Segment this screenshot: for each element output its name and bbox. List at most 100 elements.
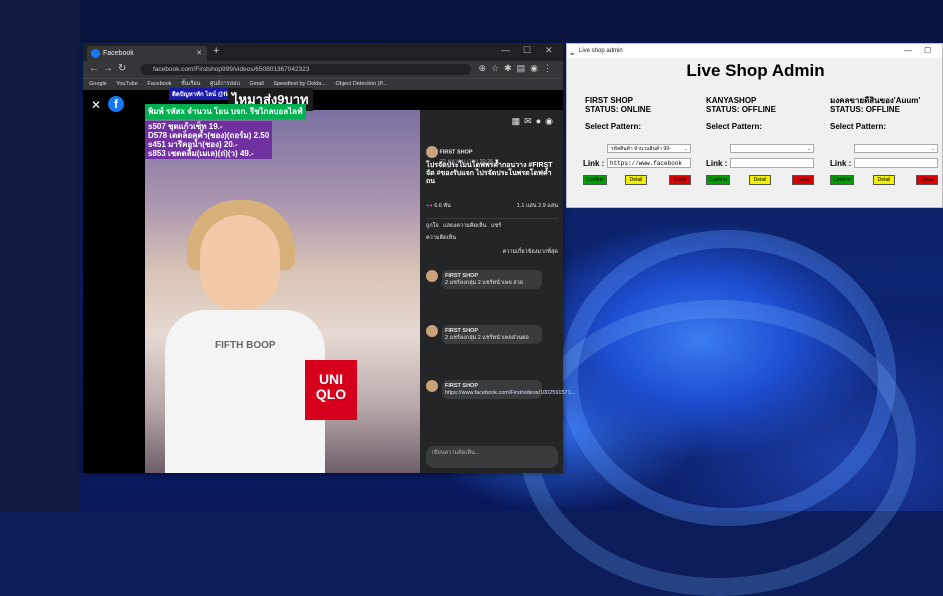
page-name[interactable]: FIRST SHOP [440,149,473,155]
product-code: s853 เชตตลิ้ม(เมเล)(ถ่)(ว) 49.- [148,149,254,158]
share-stats: 1.1 แสน 2.9 แสน [516,203,558,209]
admin-window: ✒ Live shop admin — ☐ Live Shop Admin FI… [566,43,943,208]
avatar[interactable] [426,380,438,392]
close-window-icon[interactable]: ✕ [545,45,553,56]
bookmark-item[interactable]: Object Detection (P... [335,81,387,87]
comment-text: https://www.facebook.com/First/videos/10… [445,389,576,396]
chevron-down-icon: ⌄ [683,146,688,152]
pattern-select-shop1[interactable]: รหัสสินค้า จำนวนสินค้า 99- ⌄ [607,144,691,153]
avatar[interactable] [426,270,438,282]
close-icon[interactable]: ✕ [91,98,101,112]
sort-dropdown[interactable]: ความเกี่ยวข้องมากที่สุด [426,248,558,256]
comments-tab[interactable]: ความคิดเห็น [426,235,456,241]
shopping-bag: UNI QLO [305,360,357,420]
product-code: s451 มารีคอน้ำ(ชอง) 20.- [148,140,238,149]
comment-item: FIRST SHOP 2 แชร์ลงกลุ่ม 2 แชร์หน้าเพจส่… [426,325,546,344]
back-icon[interactable]: ← [89,63,99,74]
close-button-shop1[interactable]: Close [669,175,691,185]
facebook-logo-icon[interactable]: f [108,96,124,112]
link-value: https://www.facebook [610,160,683,167]
comment-text: 2 แชร์ลงกลุ่ม 2 แชร์หน้าเพจ สวย [445,279,523,286]
extension-icons[interactable]: ⊕☆✱▤◉⋮ [478,63,557,74]
tab-strip: Facebook ✕ + — ☐ ✕ [83,43,563,61]
facebook-favicon-icon [91,49,100,58]
bookmark-item[interactable]: ชั้นเรียน [181,81,200,87]
maximize-icon[interactable]: ☐ [924,44,931,58]
reload-icon[interactable]: ↻ [118,63,126,74]
bookmark-item[interactable]: Facebook [147,81,171,87]
comment-input[interactable]: เขียนความคิดเห็น... [426,446,558,468]
video-overlay-instructions: พิมพ์ รหัสx จำนวน โอน บจก. รีชไกลบอลไลฟ์ [145,104,306,119]
comment-author[interactable]: FIRST SHOP [445,273,478,279]
chevron-down-icon: ⌄ [930,146,935,152]
forward-icon[interactable]: → [103,63,113,74]
share-button[interactable]: แชร์ [491,223,501,229]
reaction-icon: ● [429,203,433,209]
link-input-shop2[interactable] [730,158,814,168]
confirm-button-shop2[interactable]: Confirm [706,175,730,185]
comment-author[interactable]: FIRST SHOP [445,328,478,334]
confirm-button-shop1[interactable]: Confirm [583,175,607,185]
comment-text: 2 แชร์ลงกลุ่ม 2 แชร์หน้าเพจส่วนตอ [445,334,529,341]
link-input-shop1[interactable]: https://www.facebook [607,158,691,168]
minimize-icon[interactable]: — [904,44,912,58]
video-person-face [200,215,280,310]
avatar[interactable] [426,325,438,337]
bookmark-item[interactable]: Gmail [249,81,263,87]
desktop-top-band [0,0,943,42]
facebook-video-page: ✕ f FIFTH BOOP UNI QLO ติดปัญหาทัก ไลน์ … [83,88,575,473]
avatar[interactable] [426,146,438,158]
desktop-left-band [0,0,80,511]
pattern-select-shop2[interactable]: ⌄ [730,144,814,153]
confirm-button-shop3[interactable]: Confirm [830,175,854,185]
product-code: D578 เดดล็อคค้ำ(ชอง)(ถอร์ม) 2.50 [148,131,270,140]
bookmark-item[interactable]: Speedtest by Ookla... [273,81,326,87]
detail-button-shop2[interactable]: Detail [749,175,771,185]
admin-titlebar: ✒ Live shop admin — ☐ [567,44,942,58]
admin-heading: Live Shop Admin [686,61,825,80]
reaction-count[interactable]: 6.6 พัน [434,203,451,209]
pattern-select-shop3[interactable]: ⌄ [854,144,938,153]
admin-window-title: Live shop admin [579,48,623,54]
link-label: Link : [583,159,605,168]
browser-toolbar: ← → ↻ facebook.com/Firstshop999/videos/6… [83,61,563,78]
comment-button[interactable]: แสดงความคิดเห็น [443,223,486,229]
post-title: โปรจัดประโมนโดฟพรค้ำกอนวาง #FIRST จัด #ข… [426,162,553,185]
post-sidebar: ▦✉●◉ FIRST SHOP 22 ตุลาคม เวลา 20:26 น. … [420,110,575,473]
new-tab-icon[interactable]: + [213,45,219,57]
link-input-shop3[interactable] [854,158,938,168]
product-code: s507 ชุดแก้วเซ็ท 19.- [148,122,223,131]
tab-facebook[interactable]: Facebook ✕ [87,46,207,61]
close-button-shop3[interactable]: Close [916,175,938,185]
selected-pattern: รหัสสินค้า จำนวนสินค้า 99- [611,146,671,152]
detail-button-shop3[interactable]: Detail [873,175,895,185]
comment-bubble: FIRST SHOP 2 แชร์ลงกลุ่ม 2 แชร์หน้าเพจ ส… [442,270,542,289]
detail-button-shop1[interactable]: Detail [625,175,647,185]
like-button[interactable]: ถูกใจ [426,223,439,229]
close-tab-icon[interactable]: ✕ [196,46,202,61]
shirt-print: FIFTH BOOP [215,340,276,351]
browser-window: Facebook ✕ + — ☐ ✕ ← → ↻ facebook.com/Fi… [83,43,575,473]
close-button-shop2[interactable]: Close [792,175,814,185]
comments-header: ความคิดเห็น ความเกี่ยวข้องมากที่สุด [426,234,558,256]
comment-placeholder: เขียนความคิดเห็น... [432,450,480,456]
address-bar[interactable]: facebook.com/Firstshop999/videos/6508013… [141,64,471,75]
chevron-down-icon: ⌄ [806,146,811,152]
minimize-icon[interactable]: — [501,45,510,55]
video-overlay-product-codes: s507 ชุดแก้วเซ็ท 19.- D578 เดดล็อคค้ำ(ชอ… [145,121,273,159]
link-label: Link : [706,159,728,168]
link-label: Link : [830,159,852,168]
bookmark-item[interactable]: ศูนย์การสอบ [210,81,240,87]
tab-title: Facebook [103,50,134,57]
live-video[interactable]: FIFTH BOOP UNI QLO [145,110,420,473]
video-person-shirt [165,310,325,473]
sidebar-top-icons[interactable]: ▦✉●◉ [512,116,557,127]
reaction-summary: ●● 6.6 พัน 1.1 แสน 2.9 แสน [426,202,558,210]
maximize-icon[interactable]: ☐ [523,45,531,56]
comment-item: FIRST SHOP https://www.facebook.com/Firs… [426,380,575,399]
bookmark-item[interactable]: YouTube [116,81,138,87]
comment-author[interactable]: FIRST SHOP [445,383,478,389]
feather-icon: ✒ [570,52,576,58]
bookmark-item[interactable]: Google [89,81,107,87]
comment-item: FIRST SHOP 2 แชร์ลงกลุ่ม 2 แชร์หน้าเพจ ส… [426,270,546,289]
